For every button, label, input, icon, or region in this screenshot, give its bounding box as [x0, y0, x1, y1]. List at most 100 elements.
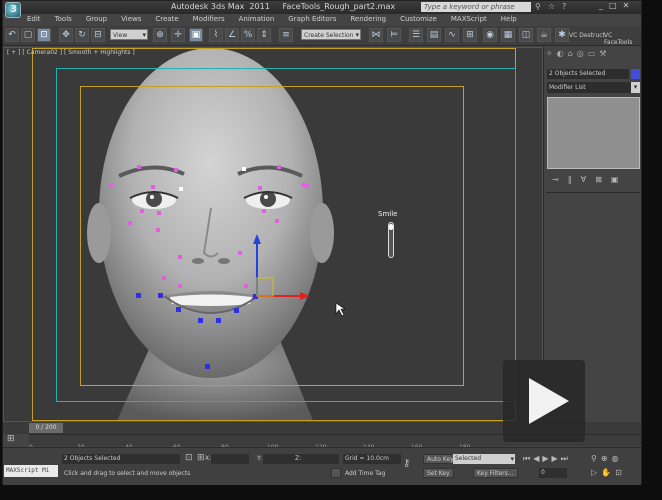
- snap-3d-icon[interactable]: ⌇: [209, 28, 223, 42]
- reference-coord-dropdown[interactable]: View: [110, 29, 148, 41]
- maxscript-listener[interactable]: MAXScript Mi: [4, 465, 58, 477]
- app-logo-icon[interactable]: 3: [5, 2, 21, 18]
- object-name-field[interactable]: 2 Objects Selected: [547, 69, 629, 79]
- fov-icon[interactable]: ▷: [591, 468, 597, 477]
- panel-divider: [546, 192, 640, 193]
- hierarchy-tab-icon[interactable]: ⌂: [568, 49, 573, 63]
- curve-editor-icon[interactable]: ∿: [445, 28, 459, 42]
- mirror-icon[interactable]: ⋈: [369, 28, 383, 42]
- goto-start-icon[interactable]: ⏮: [523, 454, 530, 464]
- vc-destruct-icon[interactable]: ✱: [555, 28, 569, 42]
- prev-frame-icon[interactable]: ◀: [533, 454, 539, 464]
- smile-slider-label: Smile: [378, 210, 398, 218]
- help-icon[interactable]: ?: [562, 2, 566, 11]
- title-bar: Autodesk 3ds Max 2011 FaceTools_Rough_pa…: [3, 1, 641, 14]
- pin-stack-icon[interactable]: ⊸: [552, 175, 559, 184]
- goto-end-icon[interactable]: ⏭: [561, 454, 568, 464]
- play-icon[interactable]: ▶: [542, 454, 548, 464]
- maximize-viewport-icon[interactable]: ⊡: [615, 468, 622, 477]
- make-unique-icon[interactable]: ∀: [581, 175, 586, 184]
- video-frame: Autodesk 3ds Max 2011 FaceTools_Rough_pa…: [0, 0, 662, 500]
- time-tag-icon[interactable]: [331, 468, 341, 478]
- utilities-tab-icon[interactable]: ⚒: [599, 49, 606, 63]
- key-icon[interactable]: ⚷: [403, 458, 410, 469]
- remove-modifier-icon[interactable]: ⊠: [595, 175, 602, 184]
- nav-controls: ⚲ ⊕ ◍: [591, 454, 619, 463]
- rotate-icon[interactable]: ↻: [75, 28, 89, 42]
- next-frame-icon[interactable]: ▶: [552, 454, 558, 464]
- display-tab-icon[interactable]: ▭: [588, 49, 596, 63]
- layer-icon[interactable]: ☰: [409, 28, 423, 42]
- orbit-icon[interactable]: ◍: [612, 454, 619, 463]
- zoom-all-icon[interactable]: ⊕: [601, 454, 608, 463]
- viewport-label[interactable]: [ + ] [ Camera02 ] [ Smooth + Highlights…: [7, 49, 135, 56]
- modifier-stack[interactable]: [547, 97, 640, 169]
- trackbar-icon[interactable]: ⊞: [7, 434, 15, 444]
- undo-icon[interactable]: ↶: [5, 28, 19, 42]
- vc-destruct-label[interactable]: VC Destruct: [569, 32, 605, 39]
- motion-tab-icon[interactable]: ◎: [577, 49, 584, 63]
- spinner-snap-icon[interactable]: ⇕: [257, 28, 271, 42]
- zoom-icon[interactable]: ⚲: [591, 454, 597, 463]
- set-key-button[interactable]: Set Key: [423, 468, 454, 478]
- menu-rendering[interactable]: Rendering: [350, 15, 386, 25]
- minimize-icon[interactable]: _: [599, 1, 603, 10]
- lock-icon[interactable]: ⊡: [185, 453, 193, 463]
- menu-edit[interactable]: Edit: [27, 15, 41, 25]
- menu-help[interactable]: Help: [501, 15, 517, 25]
- select-object-icon[interactable]: ⊡: [37, 28, 51, 42]
- time-slider[interactable]: 0 / 200: [29, 423, 63, 433]
- pivot-icon[interactable]: ⊕: [153, 28, 167, 42]
- named-selection-dropdown[interactable]: Create Selection Se: [301, 29, 361, 50]
- current-frame-field[interactable]: 0: [539, 468, 567, 478]
- smile-slider[interactable]: [388, 222, 394, 258]
- camera-viewport[interactable]: Smile: [3, 47, 543, 422]
- material-editor-icon[interactable]: ◉: [483, 28, 497, 42]
- object-color-swatch[interactable]: [631, 69, 640, 79]
- angle-snap-icon[interactable]: ∠: [225, 28, 239, 42]
- menu-maxscript[interactable]: MAXScript: [451, 15, 487, 25]
- key-filters-button[interactable]: Key Filters...: [473, 468, 518, 478]
- show-end-result-icon[interactable]: ∥: [568, 175, 572, 184]
- menu-group[interactable]: Group: [86, 15, 107, 25]
- binoculars-icon[interactable]: ⚲: [535, 2, 541, 11]
- window-title: Autodesk 3ds Max 2011 FaceTools_Rough_pa…: [171, 2, 396, 11]
- render-frame-icon[interactable]: ◫: [519, 28, 533, 42]
- render-icon[interactable]: ☕: [537, 28, 551, 42]
- star-icon[interactable]: ☆: [548, 2, 555, 11]
- scale-icon[interactable]: ⊟: [91, 28, 105, 42]
- select-region-icon[interactable]: ▢: [21, 28, 35, 42]
- move-icon[interactable]: ✥: [59, 28, 73, 42]
- menu-views[interactable]: Views: [121, 15, 141, 25]
- menu-modifiers[interactable]: Modifiers: [193, 15, 225, 25]
- absolute-mode-icon[interactable]: ⊞: [197, 453, 205, 463]
- percent-snap-icon[interactable]: %: [241, 28, 255, 42]
- z-coord-field[interactable]: [301, 454, 339, 464]
- x-coord-field[interactable]: [211, 454, 249, 464]
- modify-tab-icon[interactable]: ◐: [557, 49, 564, 63]
- menu-graph-editors[interactable]: Graph Editors: [288, 15, 336, 25]
- smile-slider-knob[interactable]: [389, 224, 393, 230]
- create-tab-icon[interactable]: ✧: [546, 49, 553, 63]
- keyboard-shortcut-icon[interactable]: ▣: [189, 28, 203, 42]
- schematic-icon[interactable]: ⊞: [463, 28, 477, 42]
- vc-facetools-label[interactable]: VC FaceTools: [604, 32, 641, 46]
- render-setup-icon[interactable]: ▦: [501, 28, 515, 42]
- search-input[interactable]: Type a keyword or phrase: [421, 2, 531, 12]
- menu-customize[interactable]: Customize: [400, 15, 437, 25]
- menu-tools[interactable]: Tools: [55, 15, 72, 25]
- key-selection-dropdown[interactable]: Selected: [453, 454, 515, 464]
- close-icon[interactable]: ✕: [623, 1, 630, 10]
- configure-sets-icon[interactable]: ▣: [611, 175, 619, 184]
- manipulate-icon[interactable]: ✛: [171, 28, 185, 42]
- pan-icon[interactable]: ✋: [601, 468, 611, 477]
- graphite-icon[interactable]: ▤: [427, 28, 441, 42]
- menu-create[interactable]: Create: [155, 15, 178, 25]
- modifier-list-dropdown[interactable]: Modifier List: [547, 82, 640, 93]
- add-time-tag[interactable]: Add Time Tag: [345, 470, 385, 477]
- menu-animation[interactable]: Animation: [239, 15, 275, 25]
- align-icon[interactable]: ⊨: [387, 28, 401, 42]
- maximize-icon[interactable]: □: [609, 1, 617, 10]
- edit-named-sel-icon[interactable]: ≡: [279, 28, 293, 42]
- video-play-button[interactable]: [503, 360, 585, 442]
